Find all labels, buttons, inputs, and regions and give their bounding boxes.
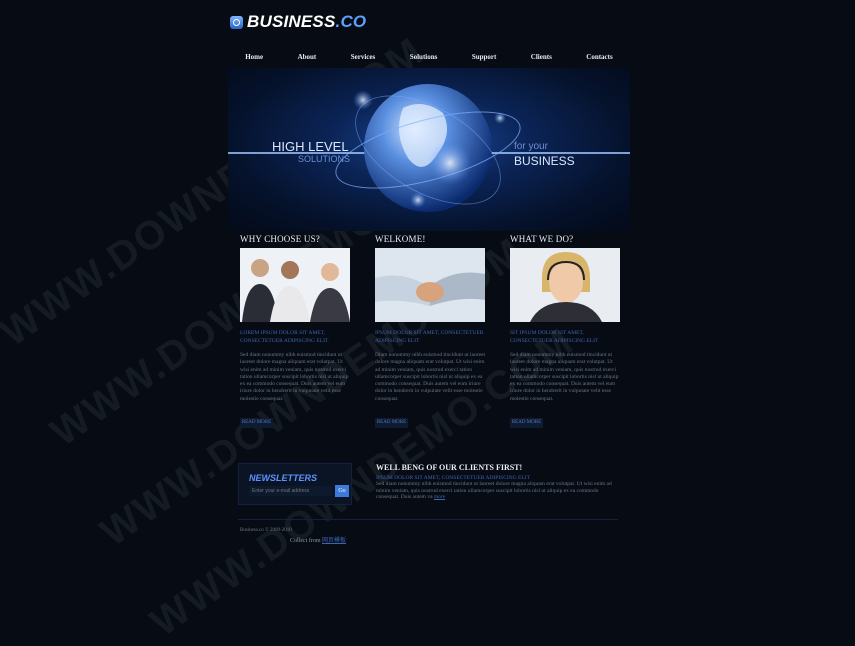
newsletter-email-input[interactable] [249,486,332,496]
column-text: Sed diam nonummy nibh euismod tincidunt … [510,352,619,402]
column-what-we-do: WHAT WE DO? SIT IPSUM DOLOR SIT AMET, CO… [498,231,620,441]
copyright: Business.co © 2009-2010 [240,528,292,533]
brand-suffix: .CO [335,12,367,31]
read-more-button[interactable]: READ MORE [240,418,273,428]
nav-support[interactable]: Support [472,53,497,61]
team-photo [240,248,350,322]
hero-subline-right: for your [514,141,548,152]
newsletter-title: NEWSLETTERS [249,473,318,483]
footer-divider [238,519,618,520]
clients-section: WELL BENG OF OUR CLIENTS FIRST! IPSUM DO… [376,463,616,501]
nav-home[interactable]: Home [245,53,263,61]
column-text: Sed diam nonummy nibh euismod tincidunt … [240,352,349,402]
handshake-photo [375,248,485,322]
clients-title: WELL BENG OF OUR CLIENTS FIRST! [376,463,523,472]
site-logo[interactable]: BUSINESS.CO [230,12,366,32]
hero-banner: HIGH LEVEL SOLUTIONS for your BUSINESS [228,68,630,231]
column-subtitle: IPSUM DOLOR SIT AMET, CONSECTETUER ADIPI… [375,330,484,344]
nav-clients[interactable]: Clients [531,53,552,61]
nav-solutions[interactable]: Solutions [410,53,438,61]
column-title: WELKOME! [375,234,426,244]
hero-headline-right: BUSINESS [514,154,575,168]
clients-body: Sed diam nonummy nibh euismod tincidunt … [376,481,612,500]
column-title: WHY CHOOSE US? [240,234,320,244]
clients-more-link[interactable]: more [434,494,445,500]
newsletter-box: NEWSLETTERS Go [238,463,352,505]
brand-name: BUSINESS [247,12,336,31]
page-container: BUSINESS.CO Home About Services Solution… [228,0,630,563]
collect-from: Collect from 网页模板 [290,535,346,544]
column-why-choose-us: WHY CHOOSE US? LOREM IPSUM DOLOR SIT AME… [228,231,350,441]
newsletter-go-button[interactable]: Go [335,485,349,497]
column-subtitle: SIT IPSUM DOLOR SIT AMET, CONSECTETUER A… [510,330,599,344]
logo-icon [230,15,243,29]
column-welkome: WELKOME! IPSUM DOLOR SIT AMET, CONSECTET… [363,231,485,441]
main-nav: Home About Services Solutions Support Cl… [228,48,630,66]
hero-subline-left: SOLUTIONS [298,154,351,164]
nav-about[interactable]: About [298,53,317,61]
clients-text: Sed diam nonummy nibh euismod tincidunt … [376,481,616,501]
collect-link[interactable]: 网页模板 [322,538,346,544]
column-title: WHAT WE DO? [510,234,574,244]
nav-services[interactable]: Services [351,53,376,61]
read-more-button[interactable]: READ MORE [510,418,543,428]
column-text: Diam nonummy nibh euismod tincidunt ut l… [375,352,485,402]
column-subtitle: LOREM IPSUM DOLOR SIT AMET, CONSECTETUER… [240,330,329,344]
nav-contacts[interactable]: Contacts [586,53,612,61]
hero-headline-left: HIGH LEVEL [272,139,349,154]
read-more-button[interactable]: READ MORE [375,418,408,428]
collect-prefix: Collect from [290,538,321,544]
support-agent-photo [510,248,620,322]
